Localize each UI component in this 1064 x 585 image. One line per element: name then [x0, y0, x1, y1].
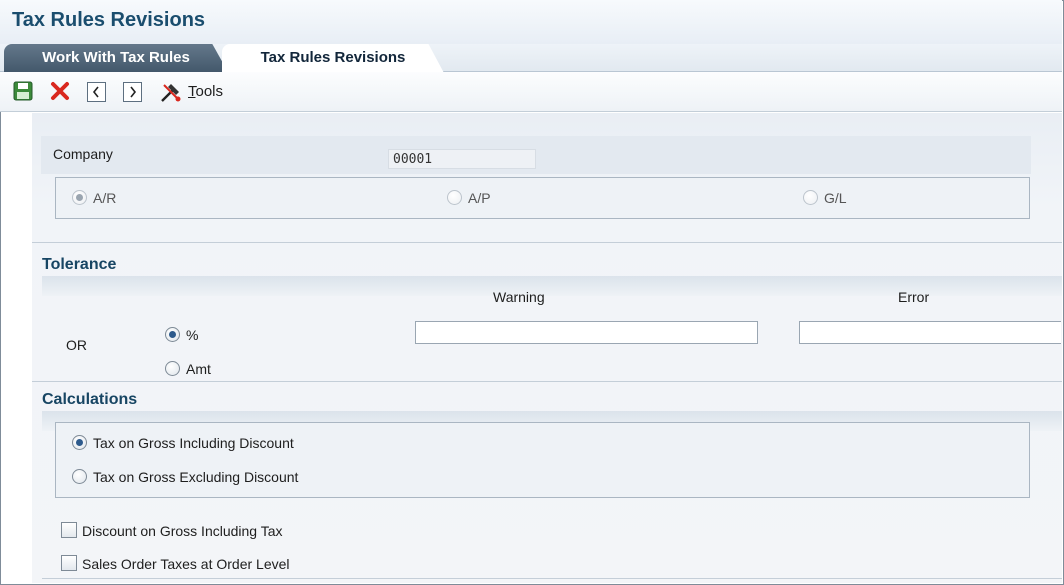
- checkbox-discount-on-gross-incl-tax-label: Discount on Gross Including Tax: [82, 523, 283, 539]
- previous-button[interactable]: [87, 82, 106, 102]
- radio-tax-gross-excl-discount-label: Tax on Gross Excluding Discount: [93, 469, 299, 485]
- radio-ar[interactable]: [72, 190, 87, 205]
- next-button[interactable]: [123, 82, 142, 102]
- radio-ar-label: A/R: [93, 190, 117, 206]
- cancel-x-icon: [51, 82, 69, 100]
- checkbox-discount-on-gross-incl-tax[interactable]: [61, 522, 77, 538]
- section-divider: [32, 381, 1062, 382]
- save-icon: [13, 81, 33, 101]
- checkbox-sales-order-taxes-order-level[interactable]: [61, 555, 77, 571]
- radio-tax-gross-incl-discount[interactable]: [72, 435, 87, 450]
- radio-tax-gross-excl-discount[interactable]: [72, 469, 87, 484]
- radio-tax-gross-incl-discount-label: Tax on Gross Including Discount: [93, 435, 294, 451]
- page-title: Tax Rules Revisions: [12, 9, 206, 31]
- radio-tax-gross-incl-discount-dot: [76, 439, 83, 446]
- tab-tax-rules-revisions[interactable]: Tax Rules Revisions: [222, 44, 444, 73]
- company-label: Company: [53, 146, 113, 162]
- toolbar: Tools: [0, 72, 1062, 112]
- tolerance-section-title: Tolerance: [42, 256, 117, 273]
- radio-percent-label: %: [186, 327, 199, 343]
- radio-gl[interactable]: [803, 190, 818, 205]
- cancel-button[interactable]: [49, 80, 71, 104]
- calculations-section-title: Calculations: [42, 391, 138, 408]
- tools-icon: [161, 84, 181, 102]
- radio-gl-label: G/L: [824, 190, 847, 206]
- ledger-type-group: [55, 177, 1030, 219]
- radio-percent[interactable]: [165, 327, 180, 342]
- error-column-header: Error: [898, 289, 930, 305]
- radio-amount[interactable]: [165, 361, 180, 376]
- calculation-method-group: [55, 422, 1030, 498]
- section-divider: [32, 242, 1062, 243]
- radio-ap[interactable]: [447, 190, 462, 205]
- tools-label: Tools: [188, 83, 224, 100]
- tab-work-with-tax-rules[interactable]: Work With Tax Rules: [4, 44, 228, 72]
- company-field: 00001: [388, 149, 536, 169]
- bottom-divider: [42, 578, 1062, 579]
- radio-percent-dot: [169, 331, 176, 338]
- radio-amount-label: Amt: [186, 361, 211, 377]
- next-icon: [130, 86, 137, 98]
- warning-column-header: Warning: [493, 289, 545, 305]
- previous-icon: [92, 86, 99, 98]
- save-button[interactable]: [12, 80, 34, 104]
- title-bar: Tax Rules Revisions: [0, 0, 1062, 44]
- checkbox-sales-order-taxes-order-level-label: Sales Order Taxes at Order Level: [82, 556, 290, 572]
- tab-strip: Work With Tax Rules Tax Rules Revisions: [0, 44, 1062, 73]
- company-row: [41, 136, 1031, 174]
- or-label: OR: [66, 337, 87, 353]
- radio-ar-dot: [76, 194, 83, 201]
- warning-input[interactable]: [415, 321, 758, 344]
- tools-menu-button[interactable]: Tools: [159, 80, 249, 104]
- error-input[interactable]: [799, 321, 1061, 344]
- radio-ap-label: A/P: [468, 190, 491, 206]
